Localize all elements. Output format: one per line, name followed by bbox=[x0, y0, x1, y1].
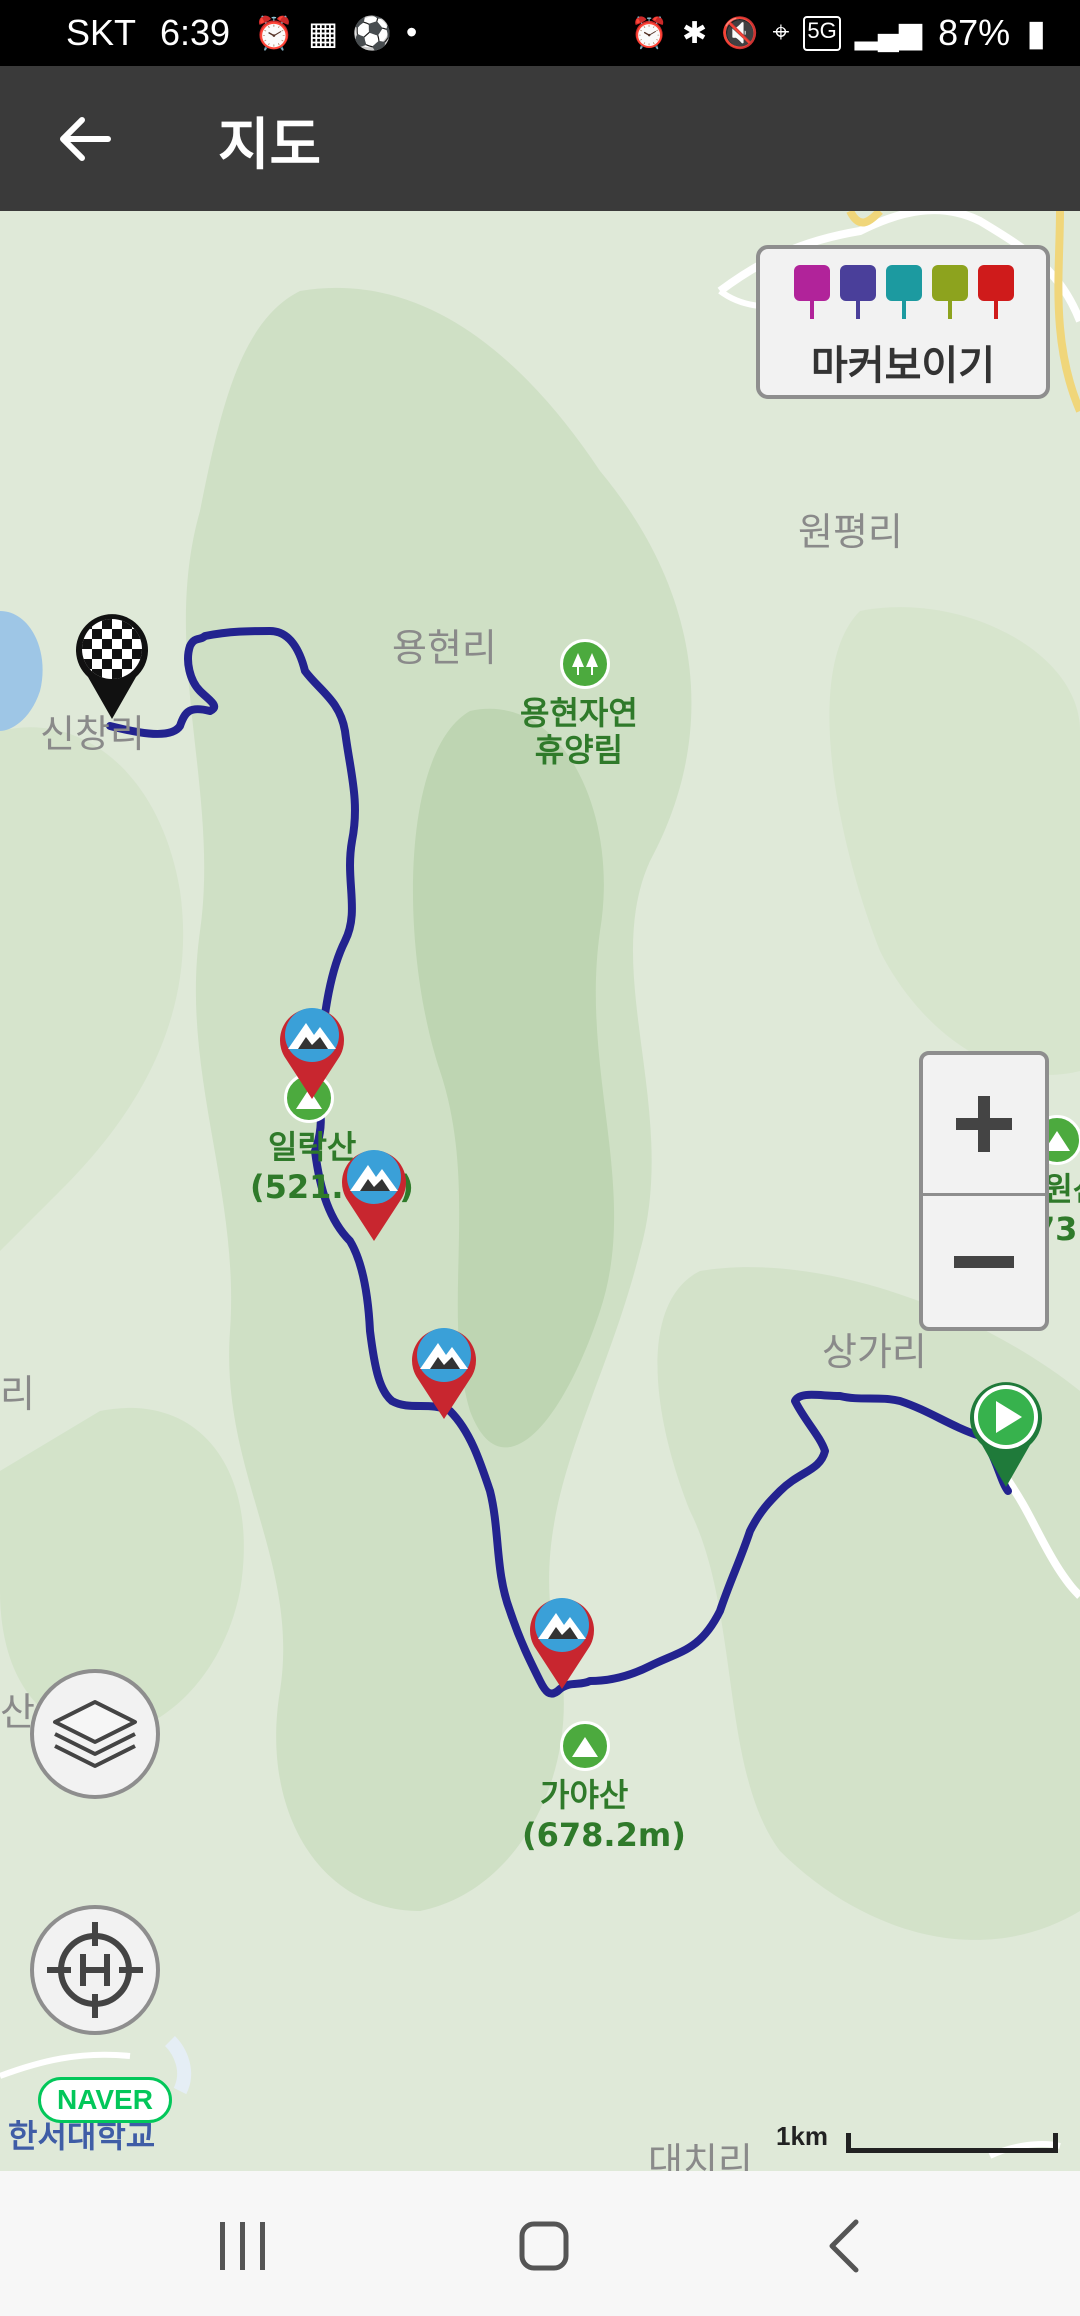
chevron-left-icon bbox=[829, 2219, 859, 2273]
locate-button[interactable] bbox=[30, 1905, 160, 2035]
naver-logo: NAVER bbox=[38, 2077, 172, 2123]
video-icon bbox=[840, 265, 876, 321]
bluetooth-icon: ✱ bbox=[681, 16, 708, 50]
layers-icon bbox=[53, 1700, 137, 1768]
marker-type-icons bbox=[794, 265, 1014, 321]
place-daechi: 대치리 bbox=[648, 2140, 753, 2171]
layers-button[interactable] bbox=[30, 1669, 160, 1799]
plus-icon bbox=[956, 1096, 1012, 1152]
poi-gayasan-height[interactable]: (678.2m) bbox=[522, 1817, 686, 1854]
summit-marker-icon[interactable] bbox=[526, 1591, 598, 1691]
place-sanggari: 상가리 bbox=[822, 1330, 927, 1374]
map-terrain bbox=[0, 211, 1080, 2171]
home-button[interactable] bbox=[494, 2211, 594, 2281]
memo-icon bbox=[932, 265, 968, 321]
back-button[interactable] bbox=[44, 104, 124, 174]
carrier-label: SKT bbox=[66, 12, 137, 53]
zoom-out-button[interactable] bbox=[923, 1196, 1045, 1327]
signal-icon: ▂▄▆ bbox=[854, 16, 923, 50]
home-icon bbox=[519, 2221, 569, 2271]
mute-icon: 🔇 bbox=[721, 16, 759, 50]
system-nav-bar bbox=[0, 2171, 1080, 2316]
dot-icon: • bbox=[406, 14, 418, 50]
arrow-left-icon bbox=[60, 117, 111, 161]
app-bar: 지도 bbox=[0, 66, 1080, 211]
calendar-icon: ▦ bbox=[307, 15, 339, 51]
recent-apps-button[interactable] bbox=[192, 2211, 292, 2281]
summit-marker-icon[interactable] bbox=[408, 1321, 480, 1421]
status-bar: SKT 6:39 ⏰ ▦ ⚽ • ⏰ ✱ 🔇 ⌖ 5G ▂▄▆ 87% ▮ bbox=[0, 0, 1080, 66]
recent-apps-icon bbox=[220, 2222, 265, 2270]
crosshair-icon bbox=[47, 1922, 143, 2018]
finish-flag-icon[interactable] bbox=[72, 611, 152, 721]
alarm-icon: ⏰ bbox=[254, 15, 294, 51]
start-marker-icon[interactable] bbox=[966, 1379, 1046, 1489]
clock: 6:39 bbox=[160, 12, 231, 53]
scale-label: 1km bbox=[776, 2121, 829, 2151]
soccer-ball-icon: ⚽ bbox=[352, 15, 393, 51]
summit-marker-icon[interactable] bbox=[276, 1001, 348, 1101]
summit-marker-icon[interactable] bbox=[338, 1143, 410, 1243]
camera-icon bbox=[794, 265, 830, 321]
show-markers-button[interactable]: 마커보이기 bbox=[756, 245, 1050, 399]
network-type: 5G bbox=[803, 15, 841, 51]
show-markers-label: 마커보이기 bbox=[811, 343, 995, 389]
place-ri-left: 리 bbox=[0, 1372, 35, 1416]
page-title: 지도 bbox=[218, 113, 322, 178]
minus-icon bbox=[954, 1255, 1014, 1268]
microphone-icon bbox=[886, 265, 922, 321]
scale-bar bbox=[846, 2133, 1058, 2153]
alarm-icon: ⏰ bbox=[630, 16, 668, 50]
place-wonpyeong: 원평리 bbox=[798, 510, 903, 554]
zoom-control bbox=[919, 1051, 1049, 1331]
location-icon: ⌖ bbox=[772, 15, 790, 49]
place-yonghyeon: 용현리 bbox=[392, 626, 497, 670]
map-view[interactable]: 원평리 용현리 신창리 상가리 리 산 대치리 한서대학교 용현자연 휴양림 일… bbox=[0, 211, 1080, 2171]
mountain-icon[interactable] bbox=[560, 1721, 610, 1771]
navigation-icon bbox=[978, 265, 1014, 321]
forest-icon[interactable] bbox=[560, 639, 610, 689]
poi-gayasan-name[interactable]: 가야산 bbox=[540, 1777, 628, 1814]
battery-icon: ▮ bbox=[1026, 12, 1046, 53]
battery-percent: 87% bbox=[938, 12, 1011, 53]
poi-yonghyeon-forest[interactable]: 용현자연 휴양림 bbox=[520, 695, 638, 769]
back-nav-button[interactable] bbox=[796, 2211, 896, 2281]
zoom-in-button[interactable] bbox=[923, 1055, 1045, 1193]
